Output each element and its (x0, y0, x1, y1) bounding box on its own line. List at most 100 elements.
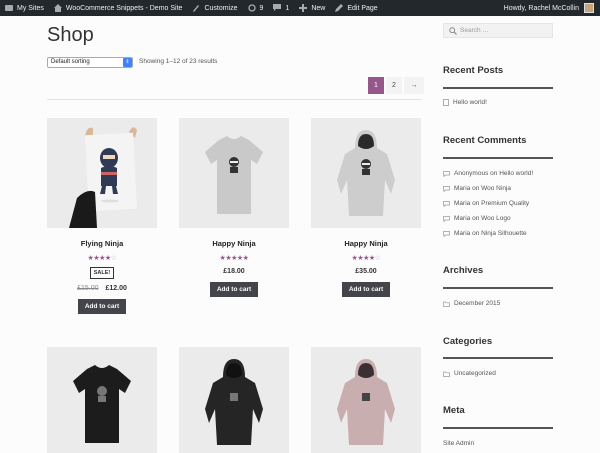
tshirt-image (47, 347, 157, 453)
chevron-updown-icon: ⇕ (123, 58, 132, 67)
regular-price: £18.00 (223, 268, 245, 275)
product-image[interactable] (179, 347, 289, 453)
comment-author: Maria (454, 200, 471, 207)
plus-icon (299, 4, 308, 12)
post-link[interactable]: Hello world! (453, 99, 487, 106)
product-card (47, 347, 157, 453)
comments-count: 1 (285, 4, 290, 12)
widget-divider (443, 357, 553, 359)
sale-badge: SALE! (89, 267, 115, 279)
hoodie-image (179, 347, 289, 453)
list-item: Maria on Ninja Silhouette (443, 226, 533, 241)
comment-post-link[interactable]: Woo Logo (481, 215, 511, 222)
product-image[interactable] (311, 347, 421, 453)
folder-icon (443, 371, 450, 377)
product-name[interactable]: Flying Ninja (47, 239, 157, 248)
old-price: £15.00 (77, 285, 99, 292)
price: £18.00 (179, 268, 289, 275)
product-card: Happy Ninja ★★★★☆ £35.00 Add to cart (311, 118, 421, 297)
customize-link[interactable]: Customize (187, 0, 242, 16)
categories-list: Uncategorized (443, 366, 496, 381)
result-count: Showing 1–12 of 23 results (139, 58, 218, 65)
new-label: New (311, 4, 326, 12)
categories-title: Categories (443, 336, 493, 347)
comment-on: on (472, 200, 480, 207)
comment-on: on (490, 170, 498, 177)
archive-link[interactable]: December 2015 (454, 300, 500, 307)
product-card (311, 347, 421, 453)
search-icon (449, 27, 457, 35)
comment-post-link[interactable]: Hello world! (499, 170, 533, 177)
page-title: Shop (47, 24, 94, 46)
comments-link[interactable]: 1 (268, 0, 294, 16)
folder-icon (443, 301, 450, 307)
meta-title: Meta (443, 405, 465, 416)
my-sites-menu[interactable]: My Sites (0, 0, 49, 16)
next-page-button[interactable]: → (404, 77, 424, 94)
widget-divider (443, 287, 553, 289)
new-content-menu[interactable]: New (294, 0, 330, 16)
pencil-icon (335, 4, 344, 12)
search-input[interactable]: Search … (443, 23, 553, 38)
my-sites-icon (5, 5, 13, 11)
list-item: Maria on Woo Logo (443, 211, 533, 226)
list-item[interactable]: Uncategorized (443, 366, 496, 381)
customize-label: Customize (204, 4, 238, 12)
document-icon (443, 99, 449, 106)
comment-icon (273, 4, 282, 11)
updates-link[interactable]: 9 (243, 0, 269, 16)
comment-author: Maria (454, 230, 471, 237)
category-link[interactable]: Uncategorized (454, 370, 496, 377)
site-name-menu[interactable]: WooCommerce Snippets - Demo Site (49, 0, 188, 16)
add-to-cart-button[interactable]: Add to cart (341, 282, 391, 297)
page-1[interactable]: 1 (368, 77, 384, 94)
list-item: Maria on Premium Quality (443, 196, 533, 211)
star-rating: ★★★★☆ (87, 255, 117, 262)
product-image[interactable] (311, 118, 421, 228)
price: £35.00 (311, 268, 421, 275)
sorting-select[interactable]: Default sorting ⇕ (47, 57, 133, 68)
site-admin-link[interactable]: Site Admin (443, 440, 474, 447)
product-card (179, 347, 289, 453)
regular-price: £35.00 (355, 268, 377, 275)
product-card: Happy Ninja ★★★★★ £18.00 Add to cart (179, 118, 289, 297)
recent-posts-title: Recent Posts (443, 65, 504, 76)
list-item[interactable]: Hello world! (443, 95, 487, 110)
hoodie-image (311, 118, 421, 228)
updates-count: 9 (259, 4, 264, 12)
comment-post-link[interactable]: Premium Quality (481, 200, 529, 207)
product-image[interactable] (179, 118, 289, 228)
comment-on: on (472, 215, 480, 222)
product-image[interactable] (47, 118, 157, 228)
search-placeholder: Search … (460, 27, 489, 34)
star-rating: ★★★★★ (219, 255, 249, 262)
updates-icon (247, 4, 256, 12)
poster-image (47, 118, 157, 228)
comment-on: on (472, 230, 480, 237)
product-name[interactable]: Happy Ninja (179, 239, 289, 248)
edit-page-link[interactable]: Edit Page (330, 0, 382, 16)
comment-author: Anonymous (454, 170, 489, 177)
my-sites-label: My Sites (17, 4, 44, 12)
comment-icon (443, 170, 450, 177)
add-to-cart-button[interactable]: Add to cart (77, 299, 127, 314)
hoodie-image (311, 347, 421, 453)
product-image[interactable] (47, 347, 157, 453)
comment-post-link[interactable]: Ninja Silhouette (481, 230, 527, 237)
product-name[interactable]: Happy Ninja (311, 239, 421, 248)
home-icon (53, 4, 62, 12)
widget-divider (443, 87, 553, 89)
recent-comments-list: Anonymous on Hello world! Maria on Woo N… (443, 166, 533, 241)
account-menu[interactable]: Howdy, Rachel McCollin (504, 0, 594, 16)
comment-icon (443, 215, 450, 222)
list-item[interactable]: December 2015 (443, 296, 500, 311)
archives-list: December 2015 (443, 296, 500, 311)
pagination: 1 2 → (368, 77, 426, 94)
comment-icon (443, 200, 450, 207)
add-to-cart-button[interactable]: Add to cart (209, 282, 259, 297)
page-2[interactable]: 2 (386, 77, 402, 94)
edit-page-label: Edit Page (347, 4, 378, 12)
list-item: Maria on Woo Ninja (443, 181, 533, 196)
comment-post-link[interactable]: Woo Ninja (481, 185, 511, 192)
howdy-label: Howdy, Rachel McCollin (503, 4, 579, 12)
